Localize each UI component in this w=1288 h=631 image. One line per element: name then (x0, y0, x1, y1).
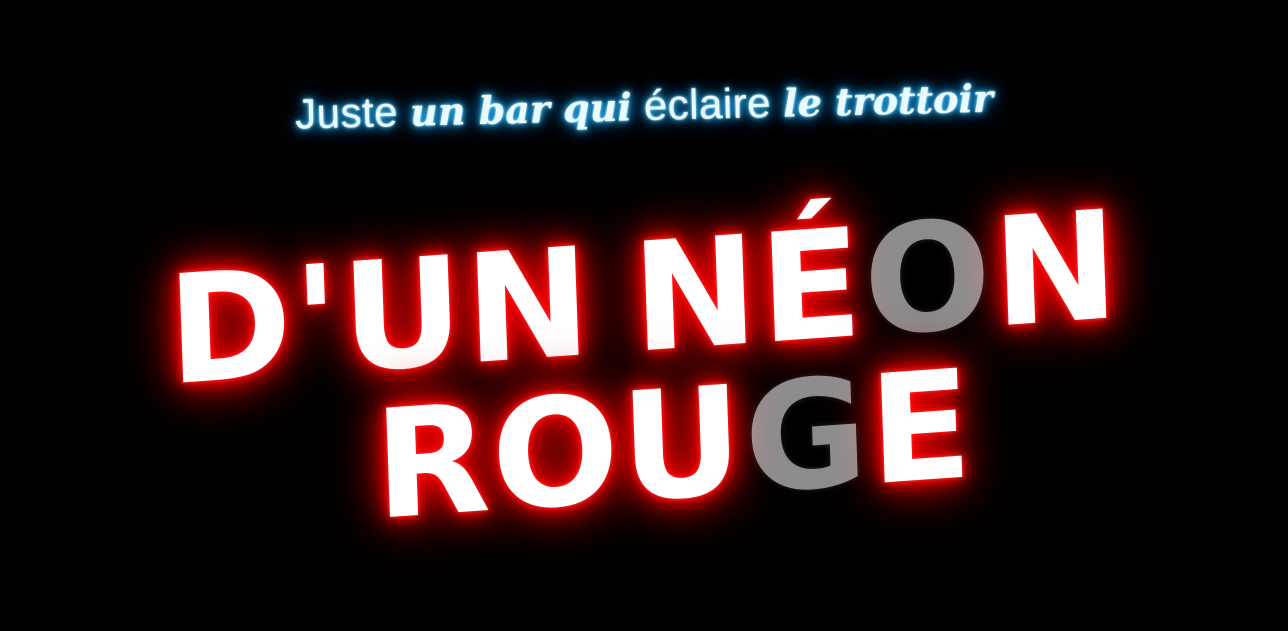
headline-letter-e: E (866, 338, 977, 520)
headline: D'UN NÉON ROUGE (0, 0, 1288, 631)
headline-word-rou: ROU (371, 354, 748, 554)
headline-letter-g-dim: G (741, 345, 873, 529)
neon-sign-canvas: Juste un bar qui éclaire le trottoir D'U… (0, 0, 1288, 631)
